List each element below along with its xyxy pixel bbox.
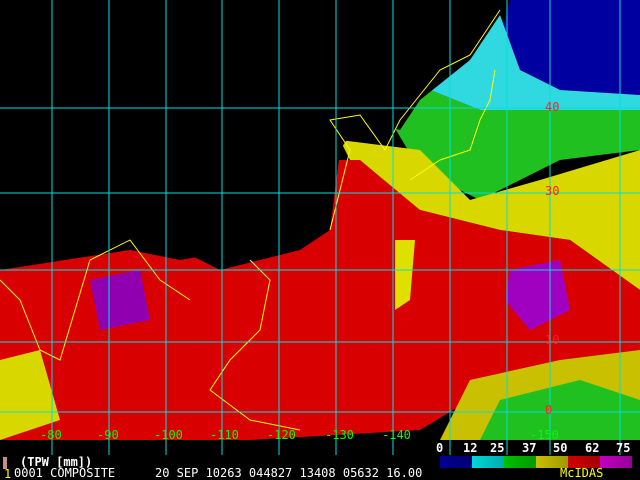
latitude-label: 10	[545, 333, 560, 347]
longitude-label: -80	[40, 428, 62, 442]
legend-tick: 37	[522, 441, 537, 455]
latitude-label: 40	[545, 100, 560, 114]
longitude-label: -150	[530, 428, 559, 442]
longitude-label: -90	[97, 428, 119, 442]
latitude-label: 30	[545, 184, 560, 198]
latitude-label: 0	[545, 403, 553, 417]
legend-color-segment	[600, 456, 632, 468]
longitude-label: -110	[210, 428, 239, 442]
tpw-composite-viewer: -80 -90 -100 -110 -120 -130 -140 -150 40 30 10 …	[0, 0, 640, 480]
legend-color-segment	[536, 456, 568, 468]
legend-color-segment	[568, 456, 600, 468]
mcidas-brand: McIDAS	[560, 466, 604, 480]
legend-tick: 50	[553, 441, 568, 455]
legend-tick: 0	[436, 441, 444, 455]
legend-tick: 75	[616, 441, 631, 455]
legend-tick: 12	[463, 441, 478, 455]
longitude-label: -130	[325, 428, 354, 442]
frame-info: 0001 COMPOSITE	[14, 466, 116, 480]
tpw-map[interactable]	[0, 0, 640, 455]
legend-color-segment	[472, 456, 504, 468]
legend-tick: 62	[585, 441, 600, 455]
date-time: 20 SEP 10263 044827 13408 05632 16.00	[155, 466, 423, 480]
field-magenta-west	[90, 270, 150, 330]
longitude-label: -120	[267, 428, 296, 442]
frame-number: 1	[4, 467, 12, 480]
longitude-label: -100	[154, 428, 183, 442]
longitude-label: -140	[382, 428, 411, 442]
legend-color-segment	[440, 456, 472, 468]
legend-tick: 25	[490, 441, 505, 455]
legend-color-segment	[504, 456, 536, 468]
